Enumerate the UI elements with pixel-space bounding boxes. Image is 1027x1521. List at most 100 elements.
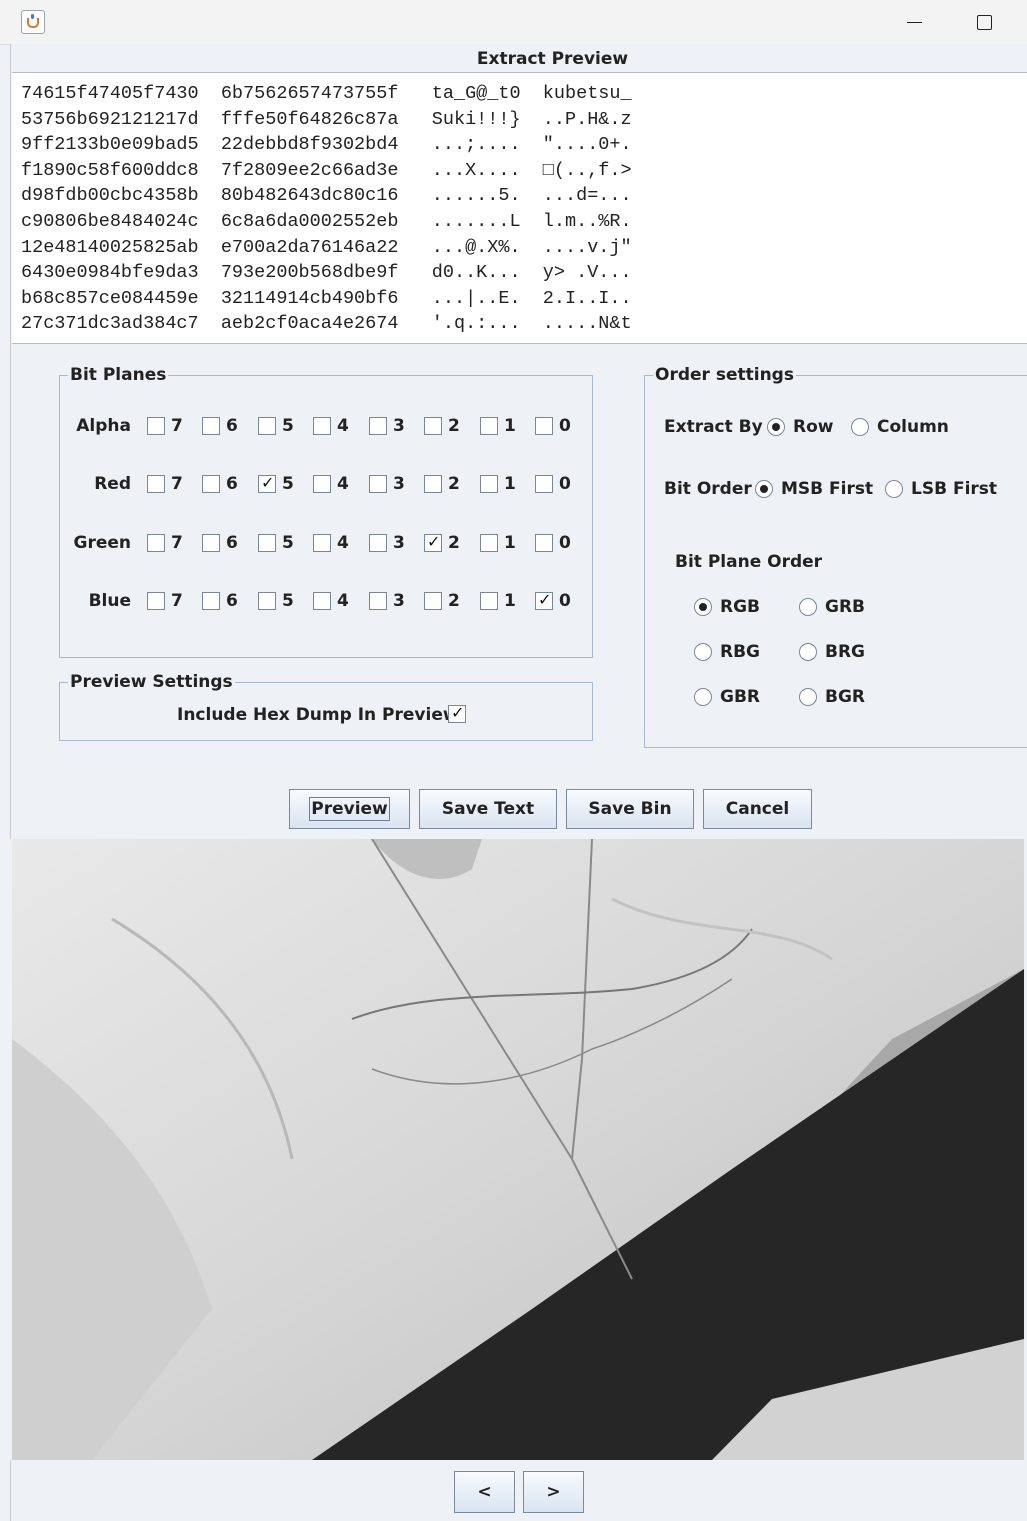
checkbox-box[interactable] <box>369 534 387 552</box>
java-cup-icon <box>21 10 45 34</box>
checkbox-box[interactable] <box>258 592 276 610</box>
checkbox-box[interactable] <box>202 475 220 493</box>
radio-indicator[interactable] <box>799 598 817 616</box>
radio-label: GRB <box>825 597 866 617</box>
checkbox-box[interactable] <box>313 534 331 552</box>
checkbox-box[interactable] <box>535 475 553 493</box>
radio-label: GBR <box>720 687 761 707</box>
radio-indicator[interactable] <box>755 480 773 498</box>
checkbox-box[interactable] <box>202 592 220 610</box>
checkbox-box[interactable] <box>369 417 387 435</box>
hex-line: c90806be8484024c 6c8a6da0002552eb ......… <box>21 211 632 232</box>
radio-indicator[interactable] <box>851 418 869 436</box>
checkbox-box[interactable] <box>313 475 331 493</box>
checkbox-box[interactable] <box>424 592 442 610</box>
checkbox-box[interactable] <box>480 534 498 552</box>
bit-planes-title: Bit Planes <box>68 365 169 385</box>
bit-order-label: Bit Order <box>664 479 752 499</box>
checkbox-box[interactable] <box>147 417 165 435</box>
radio-indicator[interactable] <box>885 480 903 498</box>
checkbox-label: 7 <box>171 533 183 553</box>
maximize-icon[interactable] <box>970 8 998 36</box>
radio-indicator[interactable] <box>799 688 817 706</box>
radio-indicator[interactable] <box>694 598 712 616</box>
radio-label: BRG <box>825 642 866 662</box>
checkbox-box[interactable] <box>258 473 276 493</box>
checkbox-box[interactable] <box>535 417 553 435</box>
checkbox-box[interactable] <box>258 417 276 435</box>
dialog-title: Extract Preview <box>476 49 629 69</box>
hex-preview-area[interactable]: 74615f47405f7430 6b7562657473755f ta_G@_… <box>12 72 1027 344</box>
radio-label: Row <box>793 417 834 437</box>
checkbox-box[interactable] <box>147 592 165 610</box>
checkbox-label: 3 <box>393 474 405 494</box>
checkbox-box[interactable] <box>313 417 331 435</box>
hex-line: 53756b692121217d fffe50f64826c87a Suki!!… <box>21 108 632 130</box>
checkbox-box[interactable] <box>369 475 387 493</box>
checkbox-label: 7 <box>171 416 183 436</box>
cancel-button[interactable]: Cancel <box>703 789 812 829</box>
checkbox-box[interactable] <box>202 417 220 435</box>
checkbox-box[interactable] <box>424 417 442 435</box>
checkbox-label: 6 <box>226 591 238 611</box>
checkbox-label: 0 <box>559 416 571 436</box>
checkbox-label: 5 <box>282 591 294 611</box>
checkbox-box[interactable] <box>480 417 498 435</box>
checkbox-label: 6 <box>226 533 238 553</box>
radio-indicator[interactable] <box>799 643 817 661</box>
radio-label: LSB First <box>911 479 998 499</box>
previous-image-button[interactable]: < <box>454 1471 515 1513</box>
checkbox-label: 3 <box>393 591 405 611</box>
window-titlebar <box>0 0 1027 45</box>
checkbox-box[interactable] <box>202 534 220 552</box>
order-settings-title: Order settings <box>653 365 796 385</box>
checkbox-box[interactable] <box>313 592 331 610</box>
radio-label: RGB <box>720 597 761 617</box>
preview-button-label: Preview <box>309 797 390 821</box>
checkbox-box[interactable] <box>147 534 165 552</box>
radio-label: MSB First <box>781 479 874 499</box>
checkbox-box[interactable] <box>424 532 442 552</box>
radio-indicator[interactable] <box>694 643 712 661</box>
checkbox-box[interactable] <box>424 475 442 493</box>
hex-line: 6430e0984bfe9da3 793e200b568dbe9f d0..K.… <box>21 262 632 284</box>
image-navigation-bar: < > <box>10 1460 1027 1521</box>
hex-dump-label: Include Hex Dump In Preview <box>177 705 459 725</box>
checkbox-box[interactable] <box>258 534 276 552</box>
save-bin-button[interactable]: Save Bin <box>566 789 694 829</box>
checkbox-box[interactable] <box>480 475 498 493</box>
checkbox-box[interactable] <box>147 475 165 493</box>
checkbox-label: 2 <box>448 591 460 611</box>
bit-plane-row-label: Red <box>94 474 131 494</box>
minimize-icon[interactable] <box>900 8 928 36</box>
radio-indicator[interactable] <box>767 418 785 436</box>
checkbox-label: 5 <box>282 474 294 494</box>
preview-button[interactable]: Preview <box>289 789 410 829</box>
hex-line: f1890c58f600ddc8 7f2809ee2c66ad3e ...X..… <box>21 159 632 181</box>
checkbox-label: 0 <box>559 591 571 611</box>
checkbox-box[interactable] <box>535 590 553 610</box>
radio-indicator[interactable] <box>694 688 712 706</box>
checkbox-label: 6 <box>226 416 238 436</box>
photo-image <box>12 839 1024 1460</box>
checkbox-label: 1 <box>504 416 516 436</box>
checkbox-box[interactable] <box>480 592 498 610</box>
order-settings-group: Order settings Extract By Row Column Bit… <box>644 365 1027 748</box>
hex-dump-checkbox[interactable] <box>448 703 466 723</box>
next-image-button[interactable]: > <box>523 1471 584 1513</box>
bit-plane-order-label: Bit Plane Order <box>675 552 823 572</box>
bit-plane-row-label: Green <box>73 533 132 553</box>
bit-plane-row-label: Alpha <box>76 416 131 436</box>
checkbox-label: 6 <box>226 474 238 494</box>
bit-plane-row-label: Blue <box>88 591 131 611</box>
hex-line: 12e48140025825ab e700a2da76146a22 ...@.X… <box>21 236 632 258</box>
checkbox-label: 1 <box>504 591 516 611</box>
hex-line: b68c857ce084459e 32114914cb490bf6 ...|..… <box>21 287 632 309</box>
bit-planes-group: Bit Planes Alpha 7 6 5 4 3 2 1 0 Red 7 6 5 4 3 2 1 0 Green… <box>59 365 593 658</box>
checkbox-box[interactable] <box>369 592 387 610</box>
checkbox-label: 2 <box>448 416 460 436</box>
checkbox-box[interactable] <box>535 534 553 552</box>
save-text-button[interactable]: Save Text <box>419 789 557 829</box>
checkbox-label: 4 <box>337 416 349 436</box>
checkbox-label: 5 <box>282 416 294 436</box>
